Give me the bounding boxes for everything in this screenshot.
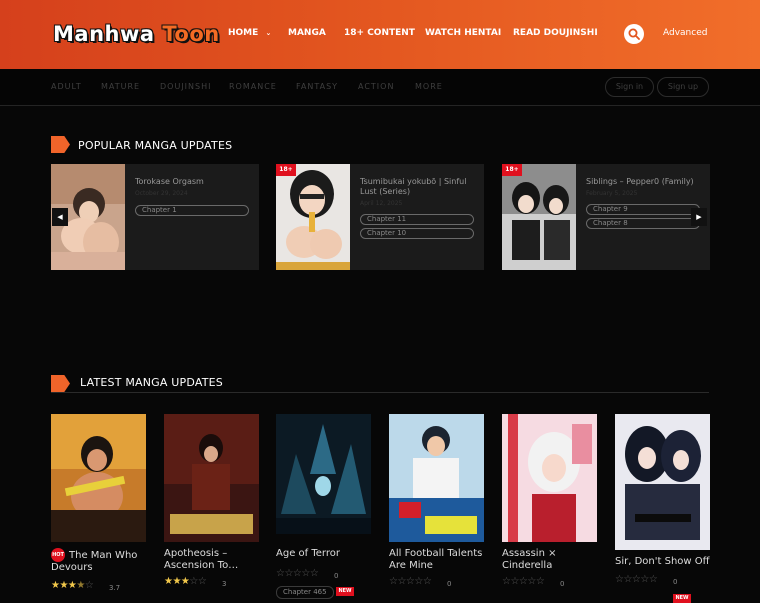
cover-image xyxy=(276,164,350,270)
manga-title[interactable]: Apotheosis – Ascension To… xyxy=(164,548,264,572)
star-rating: ☆☆☆☆☆ xyxy=(615,574,658,585)
manga-title[interactable]: Assassin × Cinderella xyxy=(502,548,602,572)
star-rating: ★★★☆☆ xyxy=(164,576,207,587)
chevron-down-icon: ⌄ xyxy=(265,29,272,37)
hot-badge: HOT xyxy=(51,548,65,562)
new-badge: NEW xyxy=(336,587,354,596)
genre-romance[interactable]: ROMANCE xyxy=(229,82,277,91)
manga-title[interactable]: All Football Talents Are Mine xyxy=(389,548,489,572)
carousel-prev-button[interactable]: ◀ xyxy=(52,208,68,226)
star-rating: ★★★★☆ xyxy=(51,580,94,591)
new-badge: NEW xyxy=(673,594,691,603)
cover-image xyxy=(51,414,146,542)
rating-value: 3 xyxy=(222,580,227,588)
genre-adult[interactable]: ADULT xyxy=(51,82,82,91)
chevron-right-icon: ▶ xyxy=(696,213,702,221)
site-header: Manhwa Toon HOME ⌄ MANGA 18+ CONTENT WAT… xyxy=(0,0,760,69)
chapter-link[interactable]: Chapter 465 xyxy=(276,586,334,599)
genre-action[interactable]: ACTION xyxy=(358,82,394,91)
logo-word-toon: Toon xyxy=(162,22,220,46)
popular-info: Torokase Orgasm October 29, 2024 Chapter… xyxy=(135,177,249,216)
genre-fantasy[interactable]: FANTASY xyxy=(296,82,338,91)
chapter-link[interactable]: Chapter 8 xyxy=(586,218,700,229)
rating-value: 0 xyxy=(447,580,452,588)
section-divider xyxy=(51,392,709,393)
rating-value: 0 xyxy=(560,580,565,588)
section-flag-icon xyxy=(51,375,70,392)
star-rating: ☆☆☆☆☆ xyxy=(502,576,545,587)
popular-date: February 5, 2025 xyxy=(586,190,638,197)
nav-read-doujinshi[interactable]: READ DOUJINSHI xyxy=(513,28,598,38)
section-flag-icon xyxy=(51,136,70,153)
cover-image xyxy=(389,414,484,542)
rating-value: 0 xyxy=(334,572,339,580)
adult-badge: 18+ xyxy=(276,164,296,176)
chapter-link[interactable]: Chapter 11 xyxy=(360,214,474,225)
chapter-link[interactable]: Chapter 1 xyxy=(135,205,249,216)
popular-card[interactable]: Torokase Orgasm October 29, 2024 Chapter… xyxy=(51,164,259,270)
latest-section-title: LATEST MANGA UPDATES xyxy=(80,376,223,389)
adult-badge: 18+ xyxy=(502,164,522,176)
popular-card[interactable]: 18+ Siblings – Pepper0 (Family) February… xyxy=(502,164,710,270)
nav-18-content[interactable]: 18+ CONTENT xyxy=(344,28,415,38)
site-logo[interactable]: Manhwa Toon xyxy=(53,22,220,46)
search-icon xyxy=(628,28,640,40)
star-rating: ☆☆☆☆☆ xyxy=(276,568,319,579)
nav-home-label: HOME xyxy=(228,28,259,38)
manga-title[interactable]: Age of Terror xyxy=(276,548,376,560)
nav-manga[interactable]: MANGA xyxy=(288,28,326,38)
genre-bar: ADULT MATURE DOUJINSHI ROMANCE FANTASY A… xyxy=(0,69,760,106)
popular-title[interactable]: Torokase Orgasm xyxy=(135,177,249,187)
popular-title[interactable]: Tsumibukai yokubō | Sinful Lust (Series) xyxy=(360,177,474,197)
advanced-search-link[interactable]: Advanced xyxy=(663,28,707,38)
cover-image xyxy=(276,414,371,534)
popular-section-title: POPULAR MANGA UPDATES xyxy=(78,139,233,152)
cover-image xyxy=(164,414,259,542)
signup-button[interactable]: Sign up xyxy=(657,77,709,97)
chevron-left-icon: ◀ xyxy=(57,213,63,221)
star-rating: ☆☆☆☆☆ xyxy=(389,576,432,587)
popular-date: April 12, 2025 xyxy=(360,200,403,207)
chapter-link[interactable]: Chapter 10 xyxy=(360,228,474,239)
logo-word-manhwa: Manhwa xyxy=(53,22,155,46)
genre-more[interactable]: MORE xyxy=(415,82,443,91)
manga-title[interactable]: Sir, Don't Show Off xyxy=(615,556,715,568)
genre-doujinshi[interactable]: DOUJINSHI xyxy=(160,82,211,91)
popular-info: Siblings – Pepper0 (Family) February 5, … xyxy=(586,177,700,229)
popular-date: October 29, 2024 xyxy=(135,190,188,197)
carousel-next-button[interactable]: ▶ xyxy=(691,208,707,226)
popular-card[interactable]: 18+ Tsumibukai yokubō | Sinful Lust (Ser… xyxy=(276,164,484,270)
chapter-link[interactable]: Chapter 9 xyxy=(586,204,700,215)
cover-image xyxy=(502,414,597,542)
rating-value: 0 xyxy=(673,578,678,586)
cover-image xyxy=(615,414,710,550)
nav-watch-hentai[interactable]: WATCH HENTAI xyxy=(425,28,501,38)
rating-value: 3.7 xyxy=(109,584,121,592)
manga-title[interactable]: HOT The Man Who Devours xyxy=(51,548,151,574)
popular-info: Tsumibukai yokubō | Sinful Lust (Series)… xyxy=(360,177,474,239)
cover-image xyxy=(502,164,576,270)
nav-home[interactable]: HOME ⌄ xyxy=(228,28,271,38)
search-button[interactable] xyxy=(624,24,644,44)
popular-title[interactable]: Siblings – Pepper0 (Family) xyxy=(586,177,700,187)
signin-button[interactable]: Sign in xyxy=(605,77,654,97)
genre-mature[interactable]: MATURE xyxy=(101,82,140,91)
